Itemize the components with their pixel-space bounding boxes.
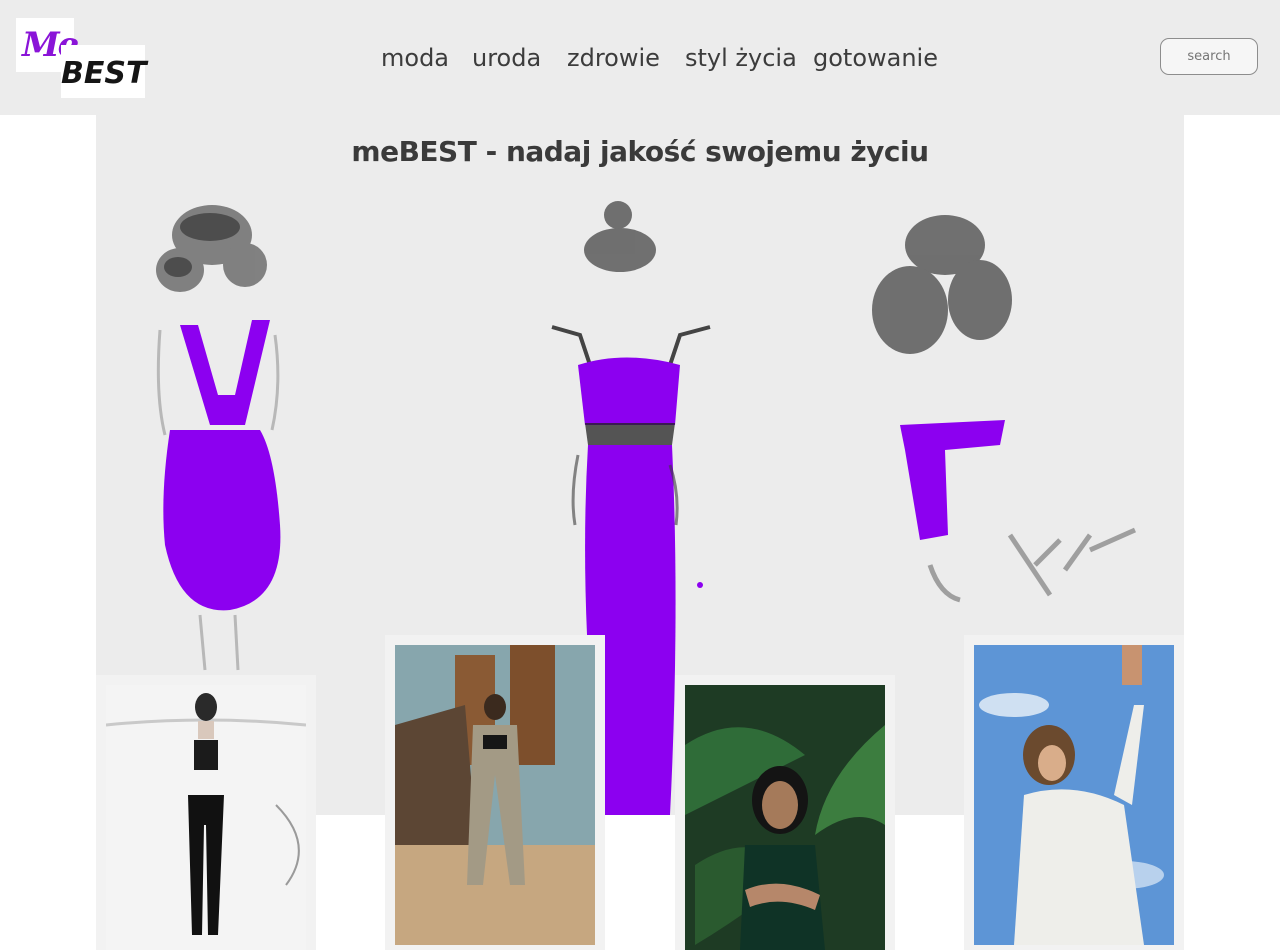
- runway-model-image: [106, 685, 306, 950]
- photo-card-runway[interactable]: [96, 675, 316, 950]
- industrial-model-image: [395, 645, 595, 945]
- fashion-sketch-right: [872, 215, 1137, 603]
- main-nav: moda uroda zdrowie styl życia gotowanie: [0, 40, 1280, 76]
- nav-item-styl-zycia[interactable]: styl życia: [685, 40, 797, 76]
- sky-model-image: [974, 645, 1174, 945]
- fashion-sketch-left: [156, 205, 281, 671]
- photo-card-sky[interactable]: [964, 635, 1184, 950]
- hero-title: meBEST - nadaj jakość swojemu życiu: [351, 135, 929, 168]
- search-input[interactable]: [1160, 38, 1258, 75]
- nav-item-zdrowie[interactable]: zdrowie: [567, 40, 660, 76]
- nav-item-moda[interactable]: moda: [381, 40, 449, 76]
- photo-card-industrial[interactable]: [385, 635, 605, 950]
- site-header: Me BEST moda uroda zdrowie styl życia go…: [0, 0, 1280, 115]
- photo-card-tropical[interactable]: [675, 675, 895, 950]
- nav-item-gotowanie[interactable]: gotowanie: [813, 40, 938, 76]
- tropical-model-image: [685, 685, 885, 950]
- nav-item-uroda[interactable]: uroda: [472, 40, 541, 76]
